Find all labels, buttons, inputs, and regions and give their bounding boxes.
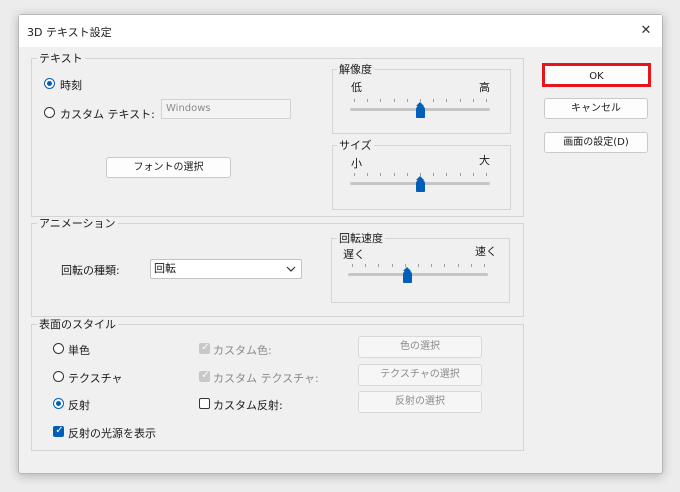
chevron-down-icon — [286, 266, 296, 272]
rotation-speed-slider-track — [348, 273, 488, 276]
close-icon[interactable]: ✕ — [635, 20, 657, 42]
slider-tick — [471, 264, 472, 267]
size-low-label: 小 — [351, 157, 362, 170]
time-radio-label: 時刻 — [60, 79, 82, 92]
rotation-speed-slider[interactable] — [348, 261, 488, 286]
reflection-label: 反射 — [68, 399, 90, 412]
show-light-source-label: 反射の光源を表示 — [68, 427, 156, 440]
surface-style-group-label: 表面のスタイル — [37, 318, 118, 331]
resolution-slider-thumb[interactable] — [416, 102, 425, 118]
slider-tick — [394, 173, 395, 176]
text-group-label: テキスト — [37, 52, 85, 65]
slider-tick — [354, 99, 355, 102]
slider-tick — [433, 173, 434, 176]
custom-texture-checkbox[interactable]: ✓ — [199, 370, 210, 382]
slider-tick — [486, 173, 487, 176]
solid-color-label: 単色 — [68, 344, 90, 357]
slider-tick — [431, 264, 432, 267]
slider-tick — [460, 99, 461, 102]
slider-tick — [418, 264, 419, 267]
texture-label: テクスチャ — [68, 372, 123, 385]
checkmark-icon: ✓ — [55, 425, 64, 436]
custom-text-radio[interactable] — [44, 107, 55, 118]
checkmark-icon: ✓ — [201, 342, 210, 353]
custom-reflection-label: カスタム反射: — [213, 399, 283, 412]
slider-tick — [365, 264, 366, 267]
slider-tick — [446, 99, 447, 102]
rotation-speed-label: 回転速度 — [337, 232, 385, 245]
slider-tick — [486, 99, 487, 102]
slider-tick — [473, 173, 474, 176]
window-title: 3D テキスト設定 — [27, 26, 112, 39]
texture-radio[interactable] — [53, 371, 64, 382]
size-slider[interactable] — [350, 170, 490, 195]
slider-tick — [407, 173, 408, 176]
size-high-label: 大 — [479, 154, 490, 167]
slider-tick — [352, 264, 353, 267]
slider-tick — [484, 264, 485, 267]
rotation-speed-low-label: 遅く — [343, 248, 365, 261]
resolution-low-label: 低 — [351, 81, 362, 94]
rotation-type-label: 回転の種類: — [61, 264, 120, 277]
font-select-button[interactable]: フォントの選択 — [106, 157, 231, 178]
slider-tick — [367, 173, 368, 176]
texture-select-button[interactable]: テクスチャの選択 — [358, 364, 482, 386]
slider-tick — [473, 99, 474, 102]
rotation-type-select[interactable]: 回転 — [150, 259, 302, 279]
color-select-button[interactable]: 色の選択 — [358, 336, 482, 358]
slider-tick — [392, 264, 393, 267]
slider-tick — [407, 99, 408, 102]
solid-color-radio[interactable] — [53, 343, 64, 354]
slider-tick — [378, 264, 379, 267]
rotation-speed-high-label: 速く — [475, 245, 497, 258]
slider-tick — [446, 173, 447, 176]
slider-tick — [433, 99, 434, 102]
settings-dialog: 3D テキスト設定 ✕ テキスト 時刻 カスタム テキスト: Windows フ… — [18, 14, 663, 474]
slider-tick — [380, 173, 381, 176]
checkmark-icon: ✓ — [201, 370, 210, 381]
slider-tick — [367, 99, 368, 102]
custom-color-label: カスタム色: — [213, 344, 272, 357]
custom-text-input[interactable]: Windows — [161, 99, 291, 119]
size-label: サイズ — [337, 139, 374, 152]
cancel-button[interactable]: キャンセル — [544, 98, 648, 119]
custom-texture-label: カスタム テクスチャ: — [213, 372, 319, 385]
rotation-type-value: 回転 — [154, 262, 176, 275]
rotation-speed-slider-thumb[interactable] — [403, 267, 412, 283]
size-slider-thumb[interactable] — [416, 176, 425, 192]
slider-tick — [380, 99, 381, 102]
custom-color-checkbox[interactable]: ✓ — [199, 342, 210, 354]
display-settings-button[interactable]: 画面の設定(D) — [544, 132, 648, 153]
custom-reflection-checkbox[interactable] — [199, 398, 210, 409]
rotation-speed-slider-ticks — [348, 264, 488, 268]
slider-tick — [394, 99, 395, 102]
reflection-select-button[interactable]: 反射の選択 — [358, 391, 482, 413]
time-radio[interactable] — [44, 78, 55, 89]
resolution-label: 解像度 — [337, 63, 374, 76]
resolution-slider[interactable] — [350, 95, 490, 120]
resolution-high-label: 高 — [479, 81, 490, 94]
slider-tick — [460, 173, 461, 176]
slider-tick — [444, 264, 445, 267]
show-light-source-checkbox[interactable]: ✓ — [53, 425, 64, 437]
title-bar: 3D テキスト設定 ✕ — [19, 15, 662, 47]
slider-tick — [458, 264, 459, 267]
reflection-radio[interactable] — [53, 398, 64, 409]
slider-tick — [354, 173, 355, 176]
custom-text-label: カスタム テキスト: — [60, 108, 155, 121]
ok-button[interactable]: OK — [542, 63, 651, 87]
animation-group-label: アニメーション — [37, 217, 118, 230]
